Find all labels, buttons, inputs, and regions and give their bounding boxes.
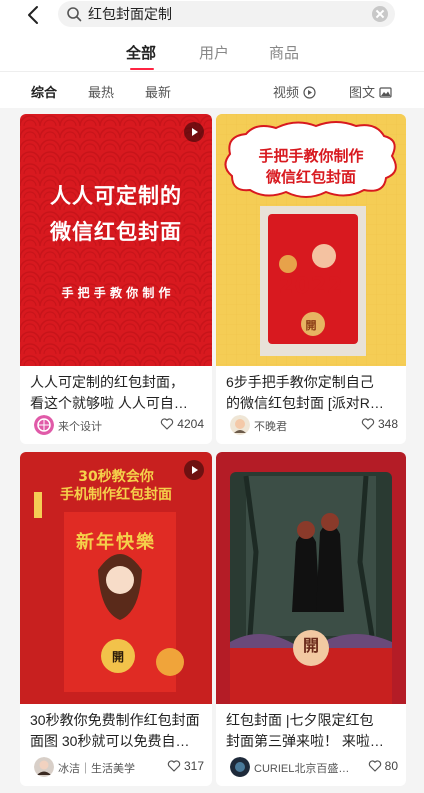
heart-icon — [167, 760, 181, 772]
image-icon — [379, 87, 392, 98]
card-title[interactable]: 6步手把手教你定制自己 的微信红包封面 [派对R… — [226, 372, 398, 414]
cover-headline-1: 人人可定制的 — [50, 184, 182, 208]
search-query: 红包封面定制 — [88, 6, 172, 22]
search-input[interactable]: 红包封面定制 — [58, 1, 395, 27]
cover-headline-2: 手机制作红包封面 — [60, 487, 172, 503]
note-card[interactable]: 人人可定制的 微信红包封面 手 把 手 教 你 制 作 人人可定制的红包封面， … — [20, 114, 212, 444]
note-card[interactable]: 手把手教你制作 微信红包封面 2022 開 6步手把手教你定制自己 的微信红包封… — [216, 114, 406, 444]
heart-icon — [361, 418, 375, 430]
top-bar: 红包封面定制 — [0, 0, 424, 30]
filter-image-text[interactable]: 图文 — [349, 82, 392, 101]
filter-image-label: 图文 — [349, 85, 376, 100]
cover-year: 2022 — [278, 274, 344, 299]
author-name[interactable]: 不晚君 — [254, 418, 287, 434]
like-count-value: 4204 — [177, 417, 204, 431]
filter-hottest[interactable]: 最热 — [88, 82, 114, 101]
tab-all[interactable]: 全部 — [126, 42, 156, 63]
avatar[interactable] — [230, 757, 250, 777]
cover-headline-1: 手把手教你制作 — [258, 147, 364, 165]
card-meta: CURIEL北京百盛… 80 — [226, 756, 398, 778]
search-icon — [67, 7, 82, 22]
card-title-line-2: 的微信红包封面 [派对R… — [226, 395, 384, 411]
back-arrow-icon[interactable] — [22, 3, 46, 27]
author-name[interactable]: 来个设计 — [58, 418, 102, 434]
play-circle-icon — [303, 86, 316, 99]
video-play-icon — [184, 122, 204, 142]
card-title-line-1: 30秒教你免费制作红包封面 — [30, 712, 200, 728]
filter-newest[interactable]: 最新 — [145, 82, 171, 101]
card-meta: 不晚君 348 — [226, 414, 398, 436]
heart-icon — [368, 760, 381, 772]
like-count-value: 80 — [384, 759, 398, 773]
card-title[interactable]: 30秒教你免费制作红包封面 面图 30秒就可以免费自… — [30, 710, 204, 752]
author-name[interactable]: CURIEL北京百盛… — [254, 760, 349, 776]
cover-subline: 手 把 手 教 你 制 作 — [61, 286, 171, 300]
cover-open-label: 開 — [305, 319, 317, 332]
avatar[interactable] — [230, 415, 250, 435]
card-title[interactable]: 人人可定制的红包封面， 看这个就够啦 人人可自… — [30, 372, 204, 414]
like-count-value: 317 — [183, 759, 204, 773]
card-title-line-2: 面图 30秒就可以免费自… — [30, 733, 190, 749]
author-name[interactable]: 冰洁｜生活美学 — [58, 760, 135, 776]
note-card[interactable]: 30秒教会你 手机制作红包封面 新年快樂 開 30秒教你免费制作红包封面 面图 … — [20, 452, 212, 786]
card-meta: 来个设计 4204 — [30, 414, 204, 436]
card-title-line-1: 红包封面 |七夕限定红包 — [226, 712, 374, 728]
card-cover-image — [216, 452, 406, 704]
filter-comprehensive[interactable]: 综合 — [31, 82, 57, 101]
search-tabs: 全部 用户 商品 — [0, 30, 424, 72]
tab-users[interactable]: 用户 — [199, 42, 229, 63]
filter-video[interactable]: 视频 — [273, 82, 316, 101]
cover-open-label: 開 — [302, 636, 319, 655]
card-title-line-2: 看这个就够啦 人人可自… — [30, 395, 188, 411]
clear-search-icon[interactable] — [372, 6, 388, 22]
like-count[interactable]: 80 — [368, 759, 398, 773]
cover-headline-1: 30秒教会你 — [78, 469, 154, 485]
like-count-value: 348 — [377, 417, 398, 431]
cover-open-label: 開 — [111, 650, 124, 664]
like-count[interactable]: 4204 — [160, 417, 204, 431]
cover-headline-2: 微信红包封面 — [265, 168, 356, 186]
card-title[interactable]: 红包封面 |七夕限定红包 封面第三弹来啦！ 来啦… — [226, 710, 398, 752]
avatar[interactable] — [34, 757, 54, 777]
card-title-line-1: 6步手把手教你定制自己 — [226, 374, 374, 390]
avatar[interactable] — [34, 415, 54, 435]
heart-icon — [161, 418, 174, 430]
cover-headline-2: 微信红包封面 — [50, 220, 182, 244]
tab-products[interactable]: 商品 — [269, 42, 299, 63]
card-title-line-2: 封面第三弹来啦！ 来啦… — [226, 733, 384, 749]
cover-newyear: 新年快樂 — [76, 532, 156, 553]
like-count[interactable]: 317 — [167, 759, 204, 773]
note-card[interactable]: 開 红包封面 |七夕限定红包 封面第三弹来啦！ 来啦… CURIEL北京百盛… … — [216, 452, 406, 786]
card-title-line-1: 人人可定制的红包封面， — [30, 374, 184, 390]
card-meta: 冰洁｜生活美学 317 — [30, 756, 204, 778]
active-tab-indicator — [130, 68, 154, 70]
filter-bar: 综合 最热 最新 视频 图文 — [0, 72, 424, 108]
like-count[interactable]: 348 — [361, 417, 398, 431]
filter-video-label: 视频 — [273, 85, 300, 100]
